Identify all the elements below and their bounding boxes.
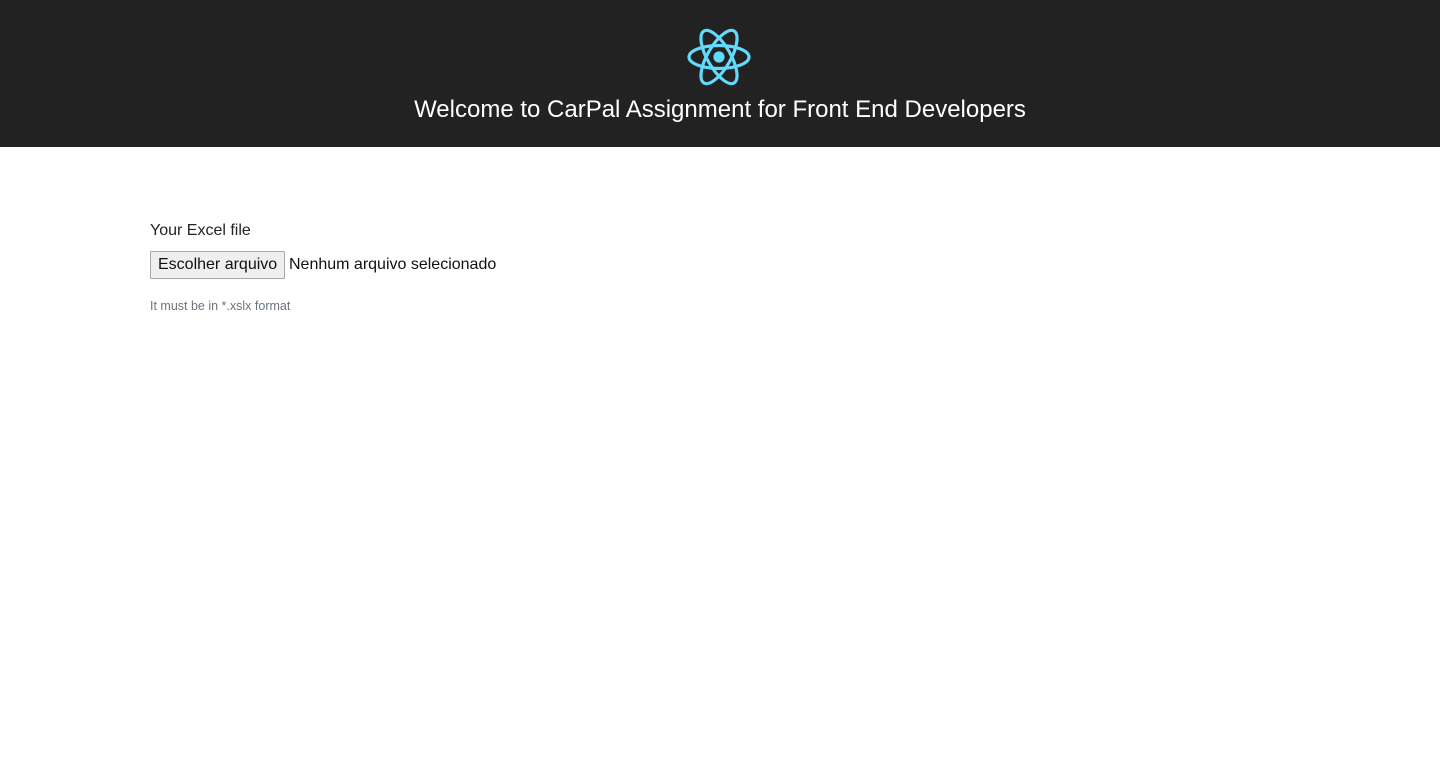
file-status-text: Nenhum arquivo selecionado xyxy=(289,256,497,273)
page-title: Welcome to CarPal Assignment for Front E… xyxy=(414,96,1026,123)
choose-file-button[interactable]: Escolher arquivo xyxy=(150,251,286,279)
react-atom-icon xyxy=(687,28,751,86)
excel-file-label: Your Excel file xyxy=(150,222,251,239)
file-format-help-text: It must be in *.xslx format xyxy=(150,299,291,313)
app-header: Welcome to CarPal Assignment for Front E… xyxy=(0,0,1440,147)
